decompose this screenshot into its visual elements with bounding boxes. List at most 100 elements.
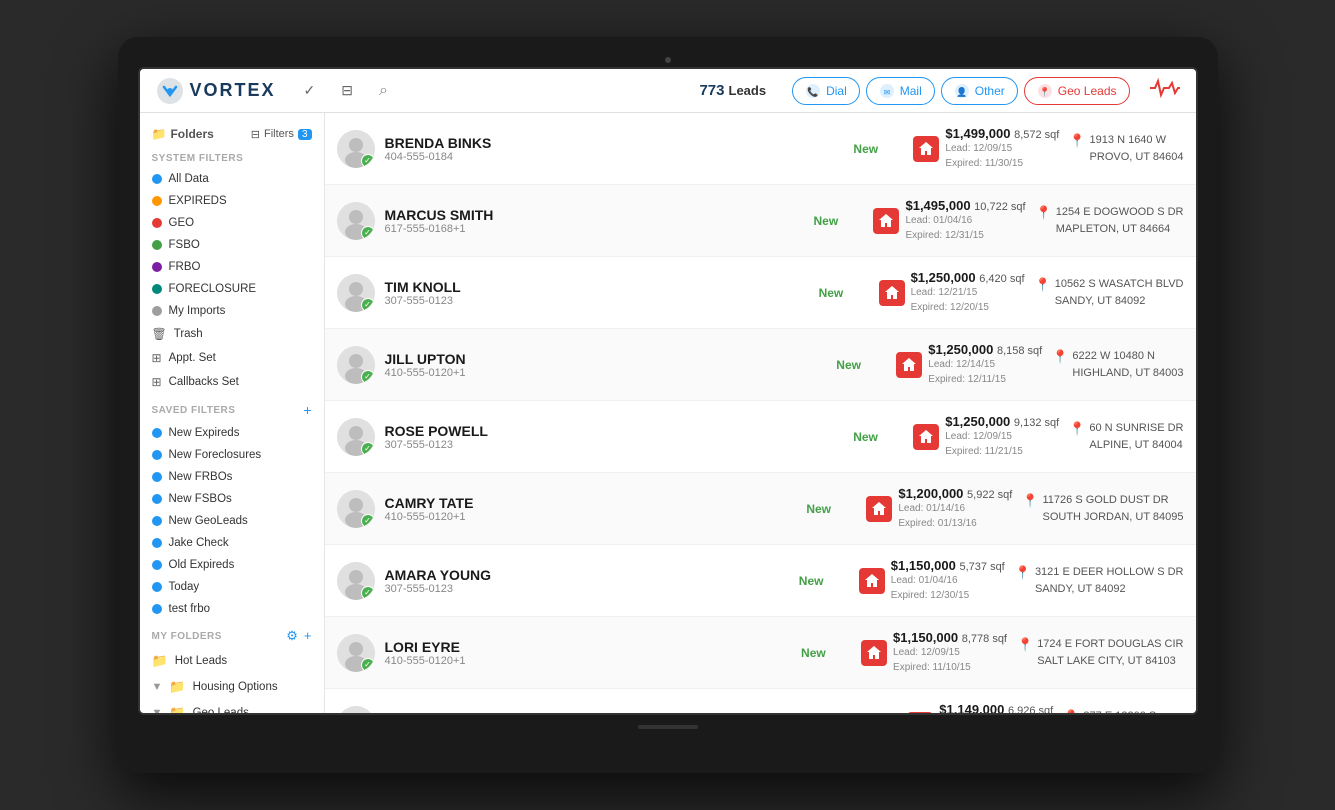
sidebar-item-test-frbo[interactable]: test frbo: [140, 598, 324, 620]
lead-row[interactable]: ✓ BRENDA BINKS 404-555-0184 New $1,499,0…: [325, 113, 1196, 185]
pin-icon: 📍: [1069, 133, 1085, 149]
lead-address-wrapper: 📍 1913 N 1640 WPROVO, UT 84604: [1069, 132, 1183, 165]
leads-text: Leads: [729, 83, 767, 98]
property-icon: [896, 352, 922, 378]
lead-address-wrapper: 📍 6222 W 10480 NHIGHLAND, UT 84003: [1052, 348, 1183, 381]
lead-name: LORI EYRE: [385, 639, 792, 655]
property-icon: [859, 568, 885, 594]
sidebar-item-today[interactable]: Today: [140, 576, 324, 598]
sidebar-item-my-imports[interactable]: My Imports: [140, 300, 324, 322]
sidebar-item-all-data[interactable]: All Data: [140, 168, 324, 190]
lead-dates: Lead: 12/09/15Expired: 11/21/15: [945, 429, 1059, 459]
lead-info: LORI EYRE 410-555-0120+1: [385, 639, 792, 667]
sidebar-item-new-geoleads[interactable]: New GeoLeads: [140, 510, 324, 532]
lead-row[interactable]: ✓ MARCUS SMITH 617-555-0168+1 New $1,495…: [325, 185, 1196, 257]
mail-button[interactable]: ✉ Mail: [866, 77, 935, 105]
geo-leads-button[interactable]: 📍 Geo Leads: [1024, 77, 1130, 105]
lead-address: 1254 E DOGWOOD S DRMAPLETON, UT 84664: [1056, 204, 1184, 237]
leads-count: 773 Leads: [699, 82, 766, 99]
folder-item-hot-leads[interactable]: 📁 Hot Leads: [140, 648, 324, 674]
sidebar-item-new-foreclosures[interactable]: New Foreclosures: [140, 444, 324, 466]
filters-button[interactable]: ⊟ Filters 3: [251, 128, 312, 141]
frbo-label: FRBO: [169, 261, 201, 273]
search-button[interactable]: ⌕: [371, 78, 396, 104]
saved-filters-add[interactable]: +: [303, 402, 311, 418]
foreclosure-dot: [152, 284, 162, 294]
avatar-badge: ✓: [361, 442, 375, 456]
other-button[interactable]: 👤 Other: [941, 77, 1018, 105]
lead-row[interactable]: ✓ CAMRY TATE 410-555-0120+1 New $1,200,0…: [325, 473, 1196, 545]
pin-icon: 📍: [1035, 277, 1051, 293]
lead-name: AMARA YOUNG: [385, 567, 789, 583]
check-button[interactable]: ✓: [296, 78, 324, 103]
lead-price: $1,250,000 6,420 sqf: [911, 270, 1025, 285]
lead-row[interactable]: ✓ LORI EYRE 410-555-0120+1 New $1,150,00…: [325, 617, 1196, 689]
property-icon: [879, 280, 905, 306]
pin-icon: 📍: [1017, 637, 1033, 653]
avatar-badge: ✓: [361, 514, 375, 528]
sidebar-item-foreclosure[interactable]: FORECLOSURE: [140, 278, 324, 300]
lead-info: TIM KNOLL 307-555-0123: [385, 279, 809, 307]
sidebar-item-appt-set[interactable]: ⊞ Appt. Set: [140, 346, 324, 370]
lead-status: New: [813, 214, 863, 228]
pin-icon: 📍: [1015, 565, 1031, 581]
lead-dates: Lead: 12/21/15Expired: 12/20/15: [911, 285, 1025, 315]
filter-button[interactable]: ⊟: [333, 78, 361, 103]
my-folders-label: MY FOLDERS: [152, 631, 222, 642]
my-folders-add[interactable]: +: [304, 628, 312, 644]
lead-info: CAMRY TATE 410-555-0120+1: [385, 495, 797, 523]
leads-number: 773: [699, 82, 724, 99]
folder-item-housing-options[interactable]: ▼ 📁 Housing Options: [140, 674, 324, 700]
lead-address-wrapper: 📍 1724 E FORT DOUGLAS CIRSALT LAKE CITY,…: [1017, 636, 1184, 669]
geo-dot: [152, 218, 162, 228]
sidebar-item-old-expireds[interactable]: Old Expireds: [140, 554, 324, 576]
sidebar-item-jake-check[interactable]: Jake Check: [140, 532, 324, 554]
lead-price: $1,499,000 8,572 sqf: [945, 126, 1059, 141]
sidebar-item-trash[interactable]: 🗑 Trash: [140, 322, 324, 346]
folder-item-geo-leads[interactable]: ▼ 📁 Geo Leads: [140, 700, 324, 713]
sidebar-item-new-expireds[interactable]: New Expireds: [140, 422, 324, 444]
lead-row[interactable]: ✓ AMARA YOUNG 307-555-0123 New $1,150,00…: [325, 545, 1196, 617]
lead-row[interactable]: ✓ TIM KNOLL 307-555-0123 New $1,250,000 …: [325, 257, 1196, 329]
lead-row[interactable]: ✓ MARY CAMBELL 307-555-0123 New $1,149,0…: [325, 689, 1196, 713]
pin-icon: 📍: [1036, 205, 1052, 221]
lead-price-info: $1,200,000 5,922 sqf Lead: 01/14/16Expir…: [898, 486, 1012, 531]
sidebar-item-frbo[interactable]: FRBO: [140, 256, 324, 278]
lead-avatar: ✓: [337, 562, 375, 600]
sidebar-item-new-frbos[interactable]: New FRBOs: [140, 466, 324, 488]
sidebar-item-callbacks[interactable]: ⊞ Callbacks Set: [140, 370, 324, 394]
other-label: Other: [975, 84, 1005, 98]
geo-leads-expand: ▼: [152, 707, 163, 713]
geo-label-sidebar: GEO: [169, 217, 195, 229]
lead-status: New: [836, 358, 886, 372]
lead-price: $1,250,000 8,158 sqf: [928, 342, 1042, 357]
filter-icon: ⊟: [251, 128, 260, 141]
folders-button[interactable]: 📁 Folders: [152, 127, 214, 141]
lead-property: $1,149,000 6,926 sqf Lead: 12/09/15Expir…: [907, 702, 1053, 713]
lead-phone: 410-555-0120+1: [385, 655, 792, 667]
lead-address: 10562 S WASATCH BLVDSANDY, UT 84092: [1055, 276, 1184, 309]
lead-price-info: $1,495,000 10,722 sqf Lead: 01/04/16Expi…: [905, 198, 1025, 243]
saved-filters-header: SAVED FILTERS +: [140, 394, 324, 422]
sidebar-item-fsbo[interactable]: FSBO: [140, 234, 324, 256]
imports-dot: [152, 306, 162, 316]
folder-icon: 📁: [152, 127, 167, 141]
lead-address-wrapper: 📍 10562 S WASATCH BLVDSANDY, UT 84092: [1035, 276, 1184, 309]
lead-address: 6222 W 10480 NHIGHLAND, UT 84003: [1072, 348, 1183, 381]
lead-dates: Lead: 12/14/15Expired: 12/11/15: [928, 357, 1042, 387]
svg-text:📞: 📞: [807, 86, 819, 97]
lead-price-info: $1,250,000 6,420 sqf Lead: 12/21/15Expir…: [911, 270, 1025, 315]
sidebar-item-expireds[interactable]: EXPIREDS: [140, 190, 324, 212]
lead-row[interactable]: ✓ JILL UPTON 410-555-0120+1 New $1,250,0…: [325, 329, 1196, 401]
svg-text:👤: 👤: [956, 86, 967, 97]
lead-property: $1,495,000 10,722 sqf Lead: 01/04/16Expi…: [873, 198, 1025, 243]
dial-button[interactable]: 📞 Dial: [792, 77, 860, 105]
sidebar-item-geo[interactable]: GEO: [140, 212, 324, 234]
my-folders-settings[interactable]: ⚙: [286, 628, 298, 644]
saved-filters-label: SAVED FILTERS: [152, 405, 236, 416]
lead-property: $1,250,000 9,132 sqf Lead: 12/09/15Expir…: [913, 414, 1059, 459]
lead-avatar: ✓: [337, 490, 375, 528]
lead-row[interactable]: ✓ ROSE POWELL 307-555-0123 New $1,250,00…: [325, 401, 1196, 473]
all-data-label: All Data: [169, 173, 209, 185]
sidebar-item-new-fsbos[interactable]: New FSBOs: [140, 488, 324, 510]
